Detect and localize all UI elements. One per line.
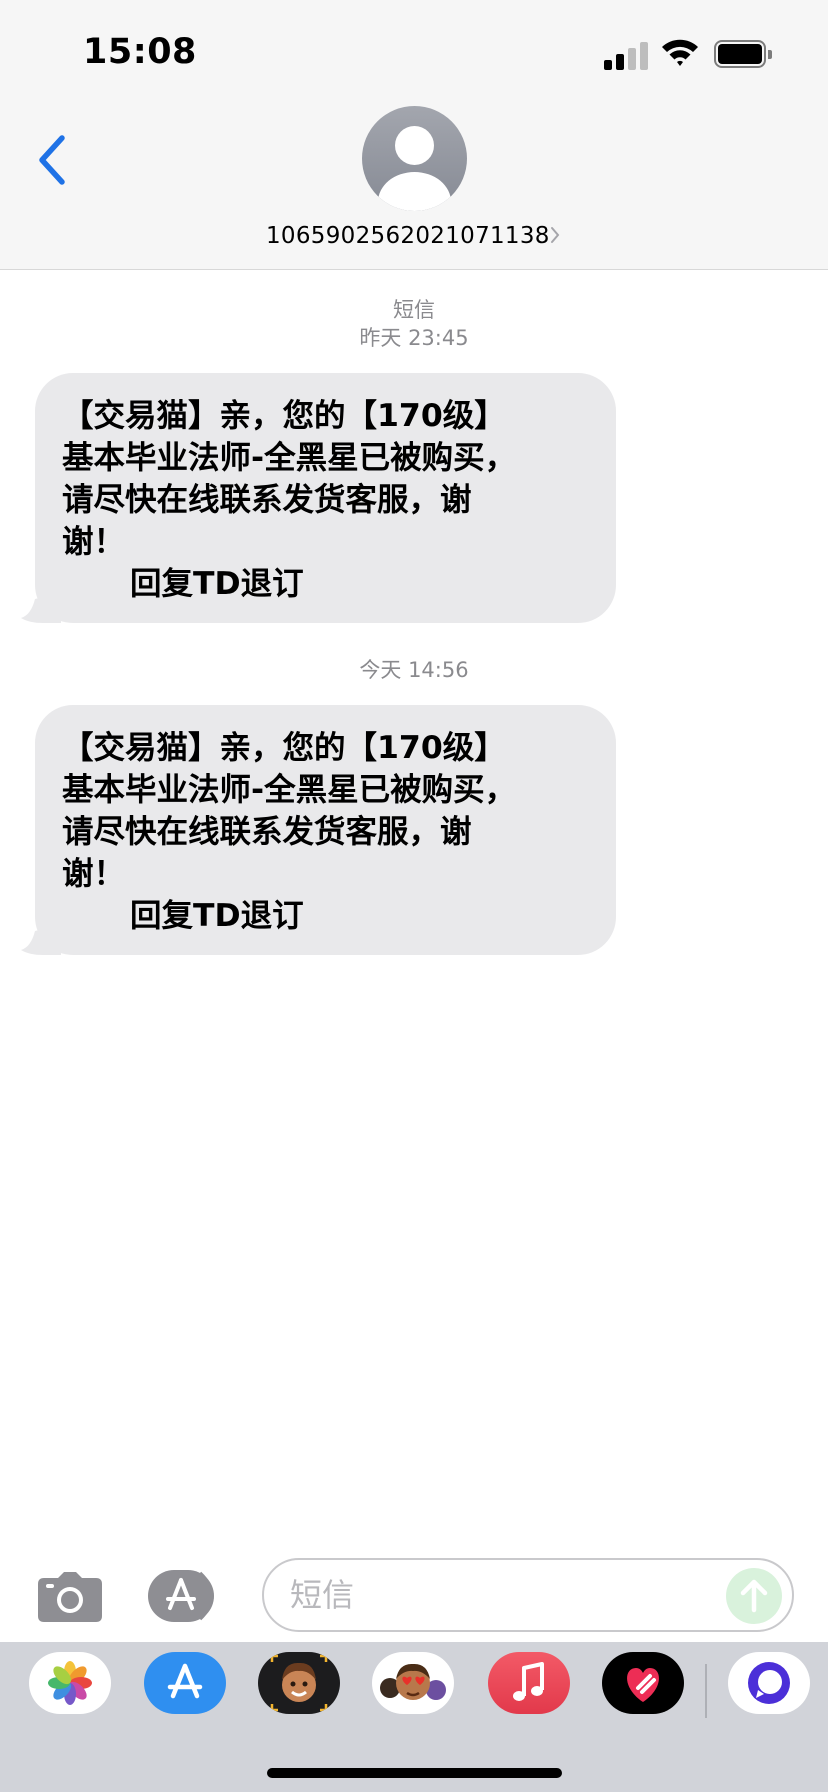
battery-icon bbox=[714, 40, 772, 68]
digital-touch-icon[interactable] bbox=[602, 1652, 684, 1714]
wifi-icon bbox=[662, 39, 698, 66]
bubble-tail bbox=[21, 593, 61, 623]
camera-icon[interactable] bbox=[38, 1572, 102, 1622]
drawer-divider bbox=[705, 1664, 707, 1718]
status-time: 15:08 bbox=[83, 32, 197, 72]
bubble-tail bbox=[21, 925, 61, 955]
contact-name[interactable]: 1065902562021071138 bbox=[266, 223, 550, 249]
message-bubble[interactable]: 【交易猫】亲，您的【170级】 基本毕业法师-全黑星已被购买， 请尽快在线联系发… bbox=[21, 373, 616, 623]
app-store-icon[interactable] bbox=[144, 1652, 226, 1714]
send-button[interactable] bbox=[726, 1568, 782, 1624]
message-timestamp: 今天 14:56 bbox=[359, 658, 469, 682]
send-arrow-icon bbox=[740, 1579, 768, 1613]
more-app-icon[interactable] bbox=[728, 1652, 810, 1714]
memoji-icon[interactable] bbox=[258, 1652, 340, 1714]
message-input-field[interactable] bbox=[262, 1558, 794, 1632]
cellular-signal-icon bbox=[604, 40, 650, 70]
app-store-apps-icon[interactable] bbox=[148, 1570, 226, 1622]
contact-avatar[interactable] bbox=[362, 106, 467, 211]
message-text: 【交易猫】亲，您的【170级】 基本毕业法师-全黑星已被购买， 请尽快在线联系发… bbox=[62, 398, 517, 560]
home-indicator bbox=[267, 1768, 562, 1778]
message-input[interactable] bbox=[290, 1572, 710, 1618]
animoji-stickers-icon[interactable] bbox=[372, 1652, 454, 1714]
message-text: 【交易猫】亲，您的【170级】 基本毕业法师-全黑星已被购买， 请尽快在线联系发… bbox=[62, 730, 517, 892]
message-bubble[interactable]: 【交易猫】亲，您的【170级】 基本毕业法师-全黑星已被购买， 请尽快在线联系发… bbox=[21, 705, 616, 955]
imessage-app-drawer bbox=[0, 1642, 828, 1792]
unsubscribe-text: 回复TD退订 bbox=[130, 898, 304, 934]
message-timestamp: 昨天 23:45 bbox=[359, 326, 469, 350]
unsubscribe-text: 回复TD退订 bbox=[130, 566, 304, 602]
chevron-right-icon[interactable] bbox=[550, 226, 560, 244]
back-chevron-icon[interactable] bbox=[34, 134, 70, 186]
person-icon bbox=[395, 126, 434, 165]
music-icon[interactable] bbox=[488, 1652, 570, 1714]
conversation-header: 15:08 1065902562021071138 bbox=[0, 0, 828, 270]
photos-app-icon[interactable] bbox=[29, 1652, 111, 1714]
service-label: 短信 bbox=[393, 298, 435, 322]
